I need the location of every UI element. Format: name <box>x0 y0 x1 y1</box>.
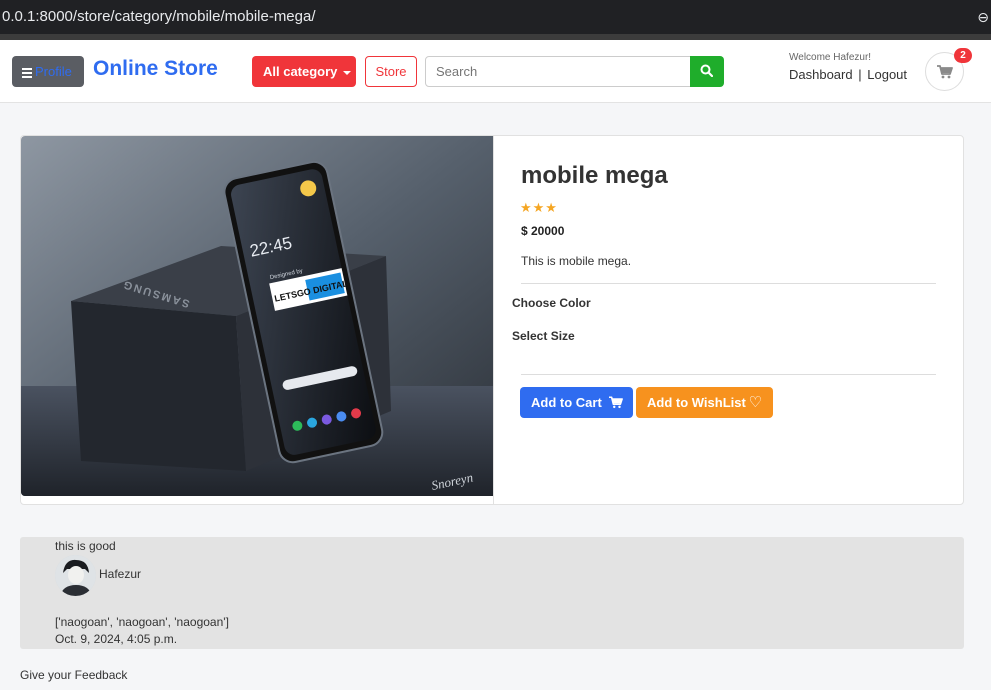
url-text[interactable]: 0.0.1:8000/store/category/mobile/mobile-… <box>2 8 316 25</box>
select-size-label: Select Size <box>512 329 575 343</box>
product-photo: SAMSUNG 22:45 Designed by LETSGO DIGITAL… <box>21 136 493 496</box>
reviewer-name: Hafezur <box>99 567 142 581</box>
category-label: All category <box>263 64 338 79</box>
add-to-wishlist-button[interactable]: Add to WishList ♡ <box>636 387 773 418</box>
profile-label: Profile <box>35 64 72 79</box>
site-header: Profile Online Store All category Store … <box>0 40 991 103</box>
add-to-wishlist-label: Add to WishList <box>647 395 746 410</box>
zoom-icon[interactable]: ⊖ <box>977 0 989 34</box>
avatar <box>55 555 96 596</box>
profile-button[interactable]: Profile <box>12 56 84 87</box>
brand-logo[interactable]: Online Store <box>93 57 218 81</box>
choose-color-label: Choose Color <box>512 296 591 310</box>
product-price: $ 20000 <box>521 224 565 238</box>
link-separator: | <box>858 67 862 82</box>
cart-icon <box>937 65 953 79</box>
store-button[interactable]: Store <box>365 56 417 87</box>
divider <box>521 283 936 284</box>
product-description: This is mobile mega. <box>521 254 632 268</box>
rating-stars: ★★★ <box>520 200 558 215</box>
search-icon <box>700 64 713 77</box>
review-text: this is good <box>55 539 116 553</box>
card-divider <box>493 136 494 504</box>
welcome-text: Welcome Hafezur! <box>789 52 872 63</box>
add-to-cart-button[interactable]: Add to Cart <box>520 387 633 418</box>
divider <box>521 374 936 375</box>
caret-down-icon <box>343 70 352 75</box>
search-input[interactable] <box>425 56 691 87</box>
product-card: SAMSUNG 22:45 Designed by LETSGO DIGITAL… <box>20 135 964 505</box>
browser-url-bar[interactable]: 0.0.1:8000/store/category/mobile/mobile-… <box>0 0 991 34</box>
feedback-heading: Give your Feedback <box>20 668 128 682</box>
search-button[interactable] <box>690 56 724 87</box>
menu-icon <box>22 66 32 80</box>
dashboard-link[interactable]: Dashboard <box>789 67 853 82</box>
cart-icon <box>609 396 623 409</box>
review-date: Oct. 9, 2024, 4:05 p.m. <box>55 632 178 646</box>
review-item: this is good Hafezur ['naogoan', 'naogoa… <box>20 537 964 649</box>
cart-count-badge: 2 <box>954 48 972 63</box>
logout-link[interactable]: Logout <box>867 67 907 82</box>
heart-icon: ♡ <box>748 394 762 411</box>
product-title: mobile mega <box>521 162 668 189</box>
category-dropdown-button[interactable]: All category <box>252 56 356 87</box>
review-tags: ['naogoan', 'naogoan', 'naogoan'] <box>55 615 229 629</box>
account-links: Dashboard | Logout <box>789 67 907 82</box>
add-to-cart-label: Add to Cart <box>531 395 602 410</box>
product-image[interactable]: SAMSUNG 22:45 Designed by LETSGO DIGITAL… <box>21 136 493 496</box>
